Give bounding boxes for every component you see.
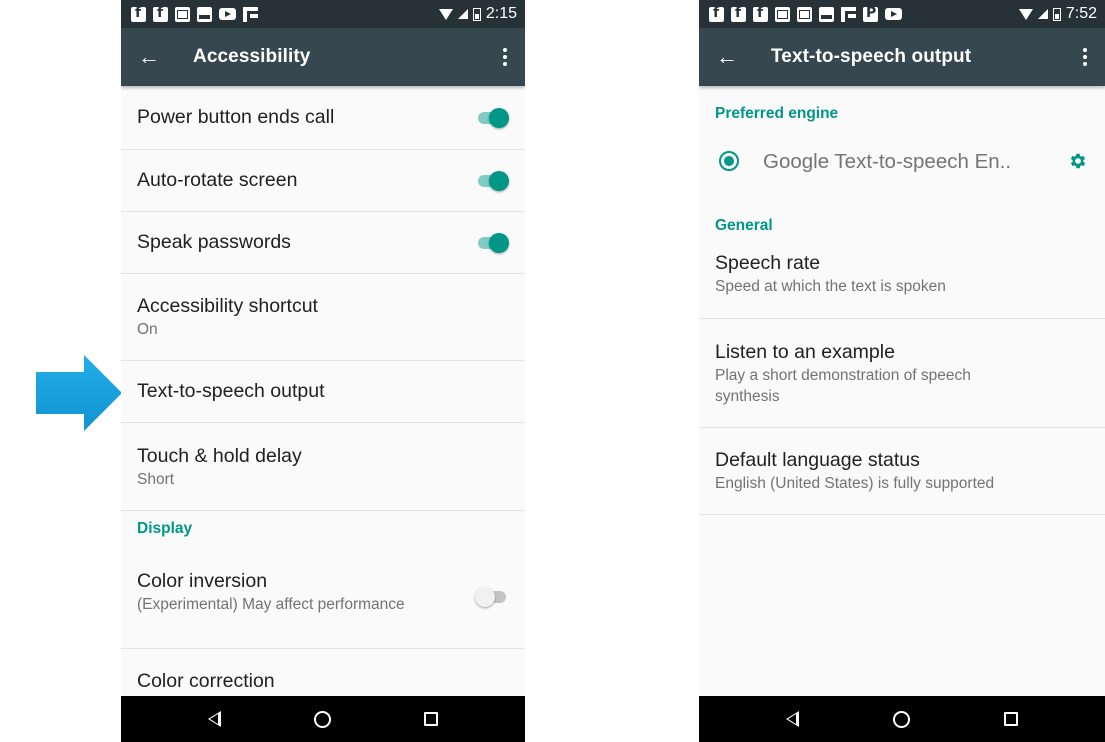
setting-accessibility-shortcut[interactable]: Accessibility shortcut On: [121, 274, 525, 361]
video-notification-icon: [219, 8, 236, 20]
status-time: 7:52: [1065, 5, 1097, 22]
app-bar: ← Text-to-speech output: [699, 28, 1105, 86]
notification-icons: [709, 5, 902, 22]
setting-listen-to-example[interactable]: Listen to an example Play a short demons…: [699, 319, 1105, 428]
setting-title: Text-to-speech output: [137, 380, 325, 402]
setting-subtitle: On: [137, 321, 158, 338]
setting-title: Color correction: [137, 670, 275, 692]
engine-name: Google Text-to-speech En..: [763, 149, 1012, 173]
signal-icon: [457, 9, 468, 19]
app-bar: ← Accessibility: [121, 28, 525, 86]
system-icons: 2:15: [438, 5, 517, 23]
setting-color-correction[interactable]: Color correction: [121, 649, 525, 696]
setting-subtitle: Short: [137, 470, 175, 488]
status-bar: 7:52: [699, 0, 1105, 28]
more-vert-icon[interactable]: [1065, 28, 1105, 86]
image-notification-icon: [819, 6, 834, 22]
setting-title: Color inversion: [137, 570, 268, 592]
navigation-bar: [699, 696, 1105, 742]
color-inversion-toggle[interactable]: [475, 587, 509, 607]
setting-text-to-speech-output[interactable]: Text-to-speech output: [121, 361, 525, 423]
setting-subtitle: (Experimental) May affect performance: [137, 596, 405, 613]
setting-speech-rate[interactable]: Speech rate Speed at which the text is s…: [699, 245, 1105, 319]
section-header-general: General: [715, 217, 773, 234]
page-title: Text-to-speech output: [771, 46, 972, 67]
wifi-icon: [438, 8, 453, 20]
tts-settings-list: Preferred engine Google Text-to-speech E…: [699, 86, 1105, 696]
status-time: 2:15: [485, 5, 517, 22]
page-title: Accessibility: [193, 46, 311, 67]
setting-title: Touch & hold delay: [137, 444, 302, 467]
power-button-toggle[interactable]: [475, 107, 509, 128]
battery-icon: [472, 7, 481, 21]
signal-icon: [1037, 9, 1048, 19]
setting-title: Auto-rotate screen: [137, 169, 298, 191]
section-header-preferred-engine: Preferred engine: [715, 105, 839, 122]
setting-touch-hold-delay[interactable]: Touch & hold delay Short: [121, 423, 525, 511]
navigation-bar: [121, 696, 525, 742]
video-notification-icon: [885, 8, 902, 20]
arrow-left-icon[interactable]: ←: [121, 28, 177, 86]
nav-recents-icon[interactable]: [424, 712, 439, 726]
image-notification-icon: [197, 6, 212, 22]
setting-color-inversion[interactable]: Color inversion (Experimental) May affec…: [121, 546, 525, 649]
facebook-notification-icon: [731, 5, 746, 22]
gear-icon[interactable]: [1067, 150, 1089, 172]
mail-notification-icon: [175, 6, 190, 22]
status-bar: 2:15: [121, 0, 525, 28]
setting-title: Accessibility shortcut: [137, 295, 318, 317]
nav-back-icon[interactable]: [207, 711, 221, 727]
engine-radio-button[interactable]: [719, 151, 739, 171]
preferred-engine-option[interactable]: Google Text-to-speech En..: [699, 142, 1105, 180]
nav-home-icon[interactable]: [893, 710, 910, 728]
setting-power-button-ends-call[interactable]: Power button ends call: [121, 86, 525, 150]
setting-subtitle: Speed at which the text is spoken: [715, 278, 946, 295]
setting-subtitle: English (United States) is fully support…: [715, 475, 995, 492]
mail-notification-icon: [775, 6, 790, 22]
setting-default-language-status[interactable]: Default language status English (United …: [699, 428, 1105, 515]
flipboard-notification-icon: [243, 6, 258, 22]
auto-rotate-toggle[interactable]: [475, 170, 509, 191]
facebook-notification-icon: [753, 5, 768, 22]
nav-recents-icon[interactable]: [1004, 712, 1018, 726]
setting-speak-passwords[interactable]: Speak passwords: [121, 212, 525, 274]
section-header-display: Display: [137, 520, 193, 537]
notification-icons: [131, 5, 258, 22]
speak-passwords-toggle[interactable]: [475, 232, 509, 253]
setting-title: Speak passwords: [137, 231, 291, 253]
facebook-notification-icon: [153, 5, 168, 22]
setting-subtitle: Play a short demonstration of speech syn…: [715, 366, 971, 405]
facebook-notification-icon: [709, 5, 724, 22]
pinterest-notification-icon: [863, 5, 878, 22]
flipboard-notification-icon: [841, 6, 856, 22]
more-vert-icon[interactable]: [485, 28, 525, 86]
setting-title: Default language status: [715, 449, 920, 471]
settings-list: Power button ends call Auto-rotate scree…: [121, 86, 525, 696]
nav-home-icon[interactable]: [313, 710, 331, 728]
setting-title: Speech rate: [715, 252, 821, 274]
mail-notification-icon: [797, 6, 812, 22]
accessibility-screen: 2:15 ← Accessibility Power button ends c…: [121, 0, 525, 742]
wifi-icon: [1018, 8, 1033, 20]
setting-auto-rotate-screen[interactable]: Auto-rotate screen: [121, 150, 525, 212]
system-icons: 7:52: [1018, 5, 1097, 23]
battery-icon: [1052, 7, 1061, 21]
facebook-notification-icon: [131, 5, 146, 22]
text-to-speech-screen: 7:52 ← Text-to-speech output Preferred e…: [699, 0, 1105, 742]
setting-title: Listen to an example: [715, 340, 895, 363]
arrow-left-icon[interactable]: ←: [699, 28, 755, 86]
nav-back-icon[interactable]: [786, 711, 799, 727]
setting-title: Power button ends call: [137, 106, 335, 128]
right-arrow-icon: [36, 355, 122, 431]
